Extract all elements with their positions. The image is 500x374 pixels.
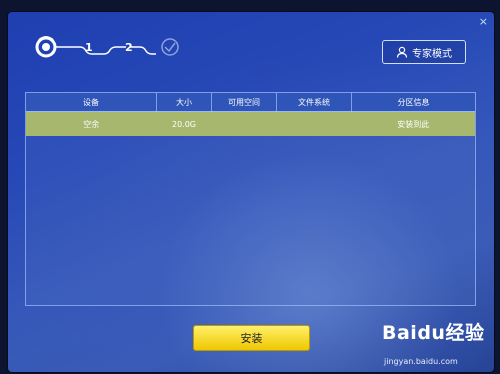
- header-free-space[interactable]: 可用空间: [211, 93, 277, 112]
- baidu-watermark: Baidu经验 jingyan.baidu.com: [382, 318, 500, 374]
- steps-graphic: [35, 36, 179, 58]
- partition-table-panel: 设备 大小 可用空间 文件系统 分区信息 空余 20.0G 安装到此: [25, 92, 476, 306]
- app-logo-icon: [35, 36, 57, 58]
- header-partition-info[interactable]: 分区信息: [351, 93, 475, 112]
- header-file-system[interactable]: 文件系统: [276, 93, 352, 112]
- table-row[interactable]: 空余 20.0G 安装到此: [26, 111, 475, 136]
- header-device[interactable]: 设备: [26, 93, 157, 112]
- step-1-label: 1: [85, 41, 93, 54]
- partition-table: 设备 大小 可用空间 文件系统 分区信息 空余 20.0G 安装到此: [26, 93, 475, 136]
- user-icon: [396, 46, 408, 58]
- cell-device: 空余: [26, 111, 157, 136]
- watermark-url: jingyan.baidu.com: [384, 357, 458, 366]
- close-button[interactable]: ×: [479, 16, 488, 28]
- step-complete-icon: [161, 38, 179, 56]
- step-2-label: 2: [125, 41, 133, 54]
- cell-size: 20.0G: [156, 111, 212, 136]
- expert-mode-button[interactable]: 专家模式: [382, 40, 466, 64]
- install-button[interactable]: 安装: [193, 325, 310, 351]
- expert-mode-label: 专家模式: [412, 48, 452, 60]
- table-header-row: 设备 大小 可用空间 文件系统 分区信息: [26, 93, 475, 112]
- cell-partition-info: 安装到此: [351, 111, 475, 136]
- cell-free-space: [211, 111, 277, 136]
- step-indicator: 1 2: [34, 34, 184, 68]
- header-size[interactable]: 大小: [156, 93, 212, 112]
- cell-file-system: [276, 111, 352, 136]
- watermark-brand: Baidu经验: [382, 322, 485, 344]
